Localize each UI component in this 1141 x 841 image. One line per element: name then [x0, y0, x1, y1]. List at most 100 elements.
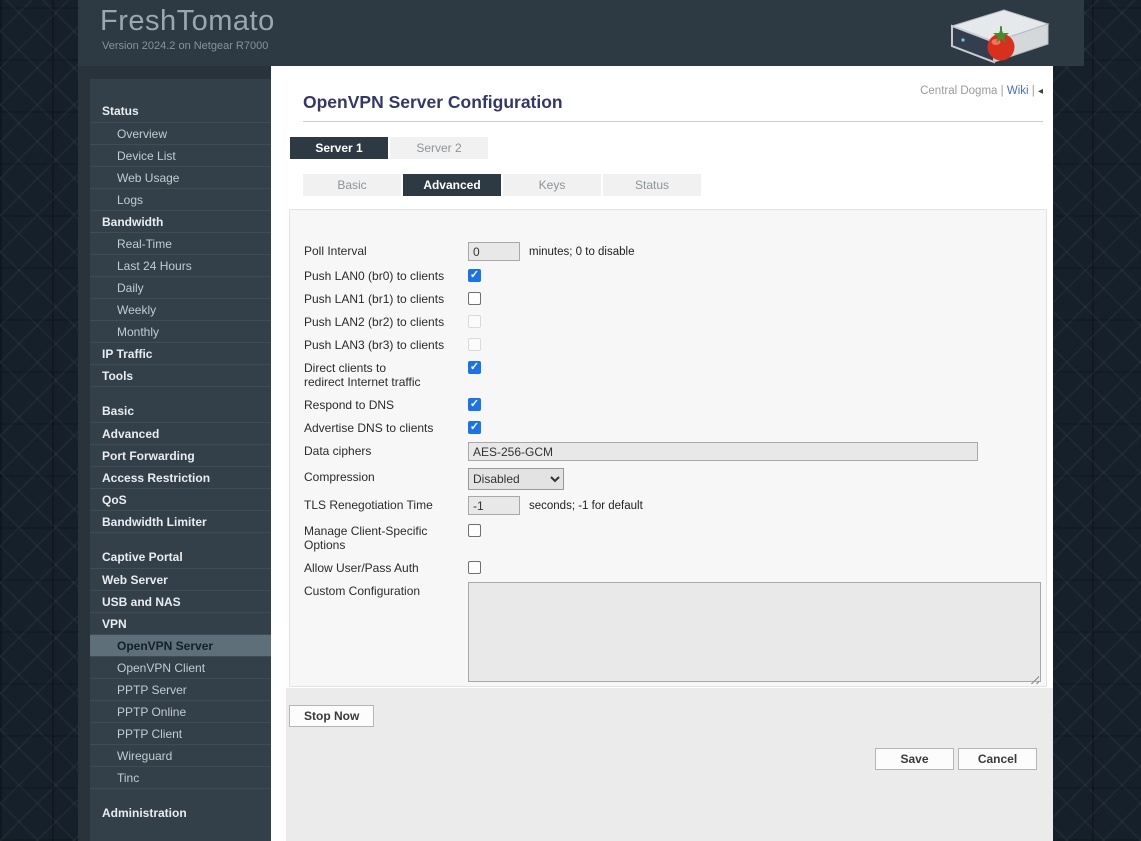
server-tabs: Server 1 Server 2: [290, 137, 488, 159]
sidebar-item-vpn[interactable]: VPN: [90, 612, 271, 634]
sidebar-item-pptp-online[interactable]: PPTP Online: [90, 700, 271, 722]
sidebar-item-captive-portal[interactable]: Captive Portal: [90, 546, 271, 568]
label-manage-cso: Manage Client-Specific Options: [304, 524, 428, 552]
form-row-push-lan3: Push LAN3 (br3) to clients: [290, 335, 1046, 358]
content-area: Central Dogma | Wiki | ◂ OpenVPN Server …: [286, 66, 1053, 841]
sidebar-item-basic[interactable]: Basic: [90, 400, 271, 422]
sidebar-item-bandwidth-limiter[interactable]: Bandwidth Limiter: [90, 510, 271, 532]
manage-cso-checkbox[interactable]: [468, 524, 481, 537]
control-respond-dns: ✓: [468, 395, 1046, 418]
form-row-data-ciphers: Data ciphers: [290, 441, 1046, 467]
sidebar-item-bandwidth[interactable]: Bandwidth: [90, 210, 271, 232]
sidebar-item-ip-traffic[interactable]: IP Traffic: [90, 342, 271, 364]
control-advertise-dns: ✓: [468, 418, 1046, 441]
form-row-user-pass-auth: Allow User/Pass Auth: [290, 558, 1046, 581]
label-advertise-dns: Advertise DNS to clients: [304, 421, 434, 435]
sidebar-item-real-time[interactable]: Real-Time: [90, 232, 271, 254]
central-dogma-link[interactable]: Central Dogma: [920, 85, 997, 97]
app-header: FreshTomato Version 2024.2 on Netgear R7…: [78, 0, 1084, 66]
advanced-settings-panel: Poll Interval minutes; 0 to disable Push L…: [289, 209, 1047, 687]
control-poll-interval: minutes; 0 to disable: [468, 241, 1046, 266]
sidebar-item-usb-and-nas[interactable]: USB and NAS: [90, 590, 271, 612]
app-title: FreshTomato: [100, 5, 275, 37]
tls-renegotiation-input[interactable]: [468, 496, 520, 515]
sidebar-item-qos[interactable]: QoS: [90, 488, 271, 510]
sidebar-item-tinc[interactable]: Tinc: [90, 766, 271, 788]
tab-server-2[interactable]: Server 2: [390, 137, 488, 159]
user-pass-auth-checkbox[interactable]: [468, 561, 481, 574]
sidebar-item-overview[interactable]: Overview: [90, 122, 271, 144]
sidebar-gap: [90, 386, 271, 400]
redirect-internet-checkbox[interactable]: ✓: [468, 361, 481, 374]
save-cancel-row: Save Cancel: [875, 748, 1037, 770]
save-button[interactable]: Save: [875, 748, 954, 770]
separator: |: [1000, 85, 1004, 97]
sidebar-gap: [90, 788, 271, 802]
app-version: Version 2024.2 on Netgear R7000: [102, 40, 269, 52]
sidebar-item-port-forwarding[interactable]: Port Forwarding: [90, 444, 271, 466]
push-lan2-checkbox: [468, 315, 481, 328]
compression-select[interactable]: Disabled: [468, 468, 564, 490]
sidebar-item-administration[interactable]: Administration: [90, 802, 271, 824]
respond-dns-checkbox[interactable]: ✓: [468, 398, 481, 411]
control-push-lan3: [468, 335, 1046, 358]
custom-config-textarea[interactable]: [468, 582, 1041, 682]
sidebar-item-weekly[interactable]: Weekly: [90, 298, 271, 320]
label-push-lan0: Push LAN0 (br0) to clients: [304, 269, 445, 283]
label-poll-interval: Poll Interval: [304, 244, 367, 258]
form-row-poll-interval: Poll Interval minutes; 0 to disable: [290, 241, 1046, 266]
sidebar-item-pptp-server[interactable]: PPTP Server: [90, 678, 271, 700]
push-lan1-checkbox[interactable]: [468, 292, 481, 305]
sidebar-item-access-restriction[interactable]: Access Restriction: [90, 466, 271, 488]
sidebar-item-wireguard[interactable]: Wireguard: [90, 744, 271, 766]
control-user-pass-auth: [468, 558, 1046, 581]
form-row-compression: Compression Disabled: [290, 467, 1046, 495]
poll-interval-input[interactable]: [468, 242, 520, 261]
cancel-button[interactable]: Cancel: [958, 748, 1037, 770]
sidebar-item-openvpn-server[interactable]: OpenVPN Server: [90, 634, 271, 656]
tab-keys[interactable]: Keys: [503, 174, 601, 196]
label-push-lan2: Push LAN2 (br2) to clients: [304, 315, 445, 329]
sidebar-item-last-24-hours[interactable]: Last 24 Hours: [90, 254, 271, 276]
sidebar-item-monthly[interactable]: Monthly: [90, 320, 271, 342]
tab-advanced[interactable]: Advanced: [403, 174, 501, 196]
form-row-push-lan0: Push LAN0 (br0) to clients ✓: [290, 266, 1046, 289]
label-respond-dns: Respond to DNS: [304, 398, 395, 412]
form-row-redirect-internet: Direct clients to redirect Internet traff…: [290, 358, 1046, 395]
sidebar-gap: [90, 532, 271, 546]
label-push-lan3: Push LAN3 (br3) to clients: [304, 338, 445, 352]
stop-now-button[interactable]: Stop Now: [289, 705, 375, 727]
sidebar-item-tools[interactable]: Tools: [90, 364, 271, 386]
sidebar-item-device-list[interactable]: Device List: [90, 144, 271, 166]
sidebar-item-web-usage[interactable]: Web Usage: [90, 166, 271, 188]
control-manage-cso: [468, 521, 1046, 558]
sidebar-item-openvpn-client[interactable]: OpenVPN Client: [90, 656, 271, 678]
control-push-lan0: ✓: [468, 266, 1046, 289]
sidebar-item-status[interactable]: Status: [90, 100, 271, 122]
sidebar-item-logs[interactable]: Logs: [90, 188, 271, 210]
title-divider: [303, 121, 1043, 122]
data-ciphers-input[interactable]: [468, 442, 978, 461]
sidebar-item-daily[interactable]: Daily: [90, 276, 271, 298]
quick-links: Central Dogma | Wiki | ◂: [920, 85, 1043, 97]
form-row-push-lan2: Push LAN2 (br2) to clients: [290, 312, 1046, 335]
tab-status[interactable]: Status: [603, 174, 701, 196]
sidebar-item-pptp-client[interactable]: PPTP Client: [90, 722, 271, 744]
label-compression: Compression: [304, 470, 375, 484]
tab-basic[interactable]: Basic: [303, 174, 401, 196]
tab-server-1[interactable]: Server 1: [290, 137, 388, 159]
label-data-ciphers: Data ciphers: [304, 444, 372, 458]
control-push-lan1: [468, 289, 1046, 312]
collapse-arrow-icon[interactable]: ◂: [1038, 86, 1043, 97]
control-custom-config: [468, 581, 1046, 687]
page-title: OpenVPN Server Configuration: [303, 92, 563, 112]
sidebar-item-advanced[interactable]: Advanced: [90, 422, 271, 444]
sidebar-item-web-server[interactable]: Web Server: [90, 568, 271, 590]
push-lan0-checkbox[interactable]: ✓: [468, 269, 481, 282]
form-row-advertise-dns: Advertise DNS to clients ✓: [290, 418, 1046, 441]
wiki-link[interactable]: Wiki: [1007, 85, 1029, 97]
form-row-push-lan1: Push LAN1 (br1) to clients: [290, 289, 1046, 312]
poll-interval-note: minutes; 0 to disable: [529, 246, 635, 258]
advertise-dns-checkbox[interactable]: ✓: [468, 421, 481, 434]
label-custom-config: Custom Configuration: [304, 584, 421, 598]
